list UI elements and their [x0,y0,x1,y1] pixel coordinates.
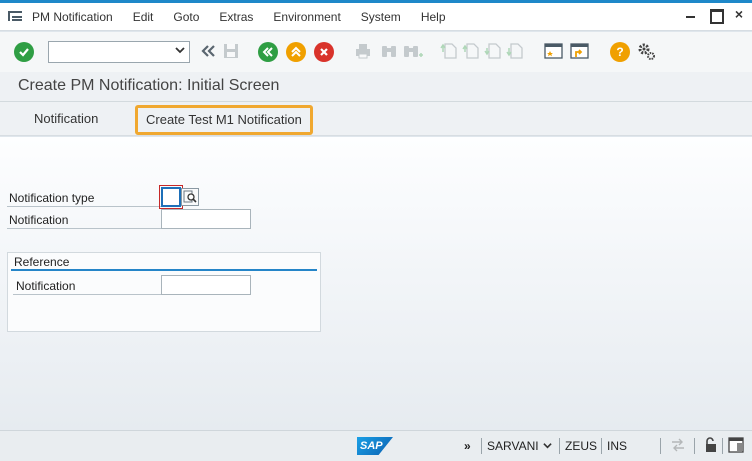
status-separator [559,438,560,454]
chevron-down-icon[interactable] [543,439,552,453]
menu-edit[interactable]: Edit [133,10,154,24]
help-icon[interactable]: ? [610,42,630,62]
status-separator [601,438,602,454]
application-toolbar: Notification Create Test M1 Notification [0,102,752,136]
status-separator [660,438,661,454]
last-page-icon[interactable] [506,42,524,63]
menu-extras[interactable]: Extras [219,10,253,24]
next-page-icon[interactable] [484,42,502,63]
back-icon[interactable] [258,42,278,62]
reference-notification-label: Notification [16,279,76,293]
menu-pm-notification[interactable]: PM Notification [32,10,113,24]
menu-bar: PM Notification Edit Goto Extras Environ… [0,3,752,31]
reference-group: Reference Notification [7,252,321,332]
reference-group-title: Reference [14,255,70,269]
connection-icon [670,438,686,455]
status-system: ZEUS [565,439,598,453]
label-underline [7,228,161,229]
menu-environment[interactable]: Environment [273,10,340,24]
maximize-icon[interactable] [708,7,724,24]
menu-help[interactable]: Help [421,10,446,24]
create-session-icon[interactable] [544,42,564,63]
menu-system[interactable]: System [361,10,401,24]
previous-page-icon[interactable] [462,42,480,63]
save-icon[interactable] [222,42,240,63]
collapse-double-arrow-icon[interactable] [200,43,216,62]
search-help-icon[interactable] [181,188,199,206]
close-icon[interactable]: × [732,7,746,21]
status-separator [481,438,482,454]
status-layout-icon[interactable] [728,437,744,456]
command-field[interactable] [48,41,190,63]
exit-icon[interactable] [286,42,306,62]
notification-type-input[interactable] [159,185,183,209]
print-icon[interactable] [354,42,372,63]
customize-layout-icon[interactable] [636,41,656,64]
menu-goto[interactable]: Goto [173,10,199,24]
lock-icon[interactable] [704,437,718,456]
status-separator [722,438,723,454]
notification-button[interactable]: Notification [22,105,110,135]
sap-logo: SAP [357,437,393,455]
status-mode[interactable]: INS [607,439,627,453]
shortcut-icon[interactable] [570,42,590,63]
status-separator [694,438,695,454]
menu-toggle-icon[interactable] [8,10,24,23]
page-title: Create PM Notification: Initial Screen [18,77,280,94]
notification-type-label: Notification type [9,191,95,205]
status-bar: SAP » SARVANI ZEUS INS [0,430,752,461]
minimize-icon[interactable] [684,7,698,21]
reference-notification-input[interactable] [161,275,251,295]
first-page-icon[interactable] [440,42,458,63]
reference-group-divider [11,269,317,271]
find-icon[interactable] [380,42,398,63]
label-underline [13,294,161,295]
window-controls: × [684,7,746,24]
standard-toolbar: ? [0,32,752,72]
chevron-down-icon[interactable] [175,45,185,58]
screen-title-bar: Create PM Notification: Initial Screen [0,72,752,102]
enter-check-icon[interactable] [14,42,34,62]
label-underline [7,206,161,207]
status-expand-arrows[interactable]: » [464,439,471,453]
notification-label: Notification [9,213,69,227]
create-test-m1-notification-button[interactable]: Create Test M1 Notification [135,105,313,135]
cancel-icon[interactable] [314,42,334,62]
status-user: SARVANI [487,439,539,453]
find-next-icon[interactable] [402,42,424,63]
notification-input[interactable] [161,209,251,229]
